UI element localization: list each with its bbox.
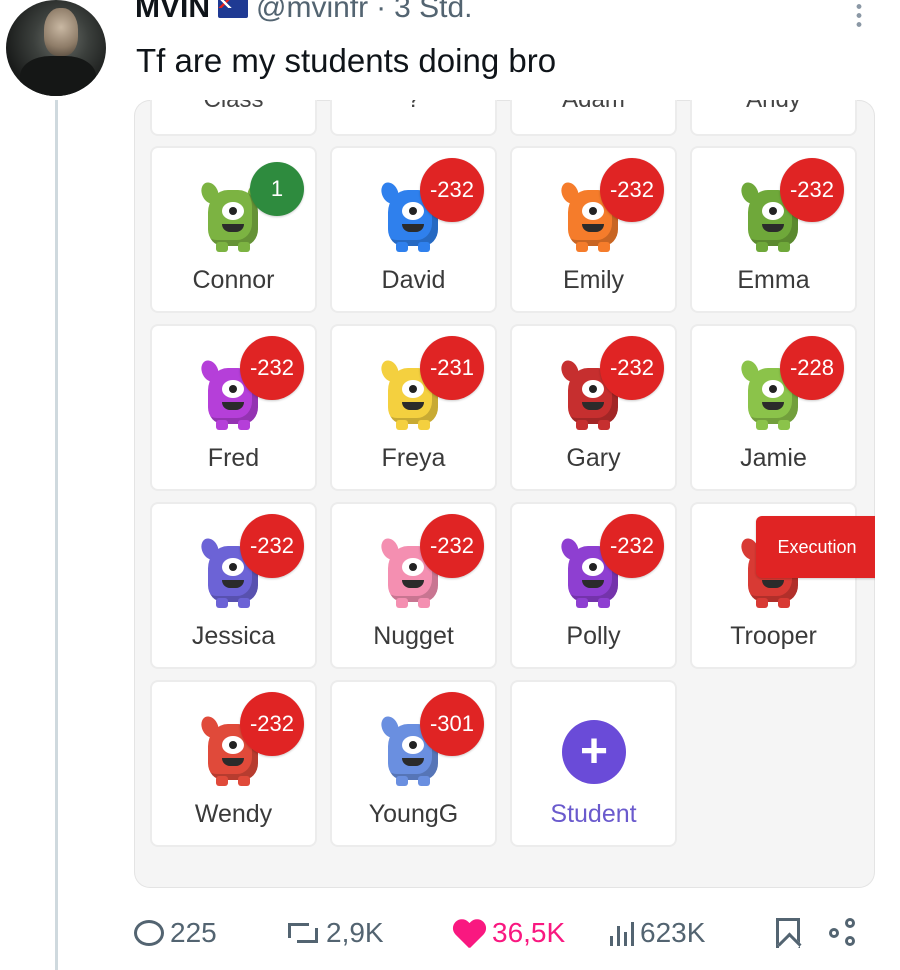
tweet-media-classroom-screenshot[interactable]: Class?AdamAndy1Connor-232David-232Emily-…: [134, 100, 875, 888]
points-badge: -232: [600, 336, 664, 400]
add-student-label: Student: [550, 800, 637, 828]
student-card[interactable]: -232 Jessica: [150, 502, 317, 669]
student-name: David: [381, 266, 446, 294]
points-badge: -232: [240, 514, 304, 578]
more-options-icon[interactable]: [856, 2, 862, 30]
author-display-name[interactable]: MVIN: [135, 0, 210, 25]
repost-icon: [286, 921, 320, 945]
student-name: Wendy: [194, 800, 273, 828]
student-name: Jamie: [740, 444, 807, 472]
student-name: Trooper: [730, 622, 817, 650]
student-card[interactable]: -232 Polly: [510, 502, 677, 669]
thread-line: [55, 100, 58, 970]
repost-count: 2,9K: [326, 917, 384, 948]
student-name: Fred: [207, 444, 260, 472]
points-badge: -232: [600, 514, 664, 578]
tweet-timestamp[interactable]: 3 Std.: [394, 0, 472, 25]
points-badge: -232: [600, 158, 664, 222]
reply-action[interactable]: 225: [134, 917, 286, 949]
student-card[interactable]: Execution Trooper: [690, 502, 875, 669]
points-badge: 1: [250, 162, 304, 216]
views-count: 623K: [640, 917, 706, 948]
student-card[interactable]: -232 Emma: [690, 146, 857, 313]
student-card[interactable]: -232 Fred: [150, 324, 317, 491]
student-card-partial[interactable]: Class: [150, 100, 317, 136]
points-badge: -232: [420, 158, 484, 222]
student-card-partial[interactable]: ?: [330, 100, 497, 136]
points-badge: -232: [240, 692, 304, 756]
student-card[interactable]: -301 YoungG: [330, 680, 497, 847]
heart-icon: [452, 918, 486, 948]
bookmark-action[interactable]: [756, 918, 820, 948]
points-badge: -232: [420, 514, 484, 578]
points-badge: -231: [420, 336, 484, 400]
repost-action[interactable]: 2,9K: [286, 917, 452, 949]
execution-banner: Execution: [756, 516, 875, 578]
student-name: Jessica: [191, 622, 276, 650]
student-name: Emily: [562, 266, 625, 294]
tweet-text: Tf are my students doing bro: [136, 42, 557, 79]
student-name: Connor: [192, 266, 275, 294]
student-card[interactable]: -232 Gary: [510, 324, 677, 491]
points-badge: -301: [420, 692, 484, 756]
student-card-partial[interactable]: Andy: [690, 100, 857, 136]
share-action[interactable]: [820, 918, 868, 948]
add-student-button[interactable]: + Student: [510, 680, 677, 847]
reply-count: 225: [170, 917, 217, 948]
views-action[interactable]: 623K: [608, 917, 756, 949]
points-badge: -228: [780, 336, 844, 400]
student-name: Andy: [692, 100, 855, 114]
avatar-coat: [20, 56, 96, 96]
reply-icon: [134, 920, 164, 946]
student-name: Emma: [737, 266, 810, 294]
like-count: 36,5K: [492, 917, 566, 948]
student-card[interactable]: -232 David: [330, 146, 497, 313]
student-name: Class: [152, 100, 315, 114]
like-action[interactable]: 36,5K: [452, 917, 608, 949]
student-card-partial[interactable]: Adam: [510, 100, 677, 136]
views-chart-icon: [608, 920, 634, 946]
share-icon: [829, 918, 859, 948]
author-handle[interactable]: @mvinfr: [256, 0, 368, 25]
australia-flag-icon: [218, 0, 248, 18]
points-badge: -232: [240, 336, 304, 400]
author-avatar[interactable]: [6, 0, 106, 96]
student-name: Adam: [512, 100, 675, 114]
student-name: Nugget: [373, 622, 454, 650]
avatar-face: [44, 8, 78, 56]
student-name: ?: [332, 100, 495, 114]
points-badge: -232: [780, 158, 844, 222]
student-card[interactable]: -228 Jamie: [690, 324, 857, 491]
plus-icon: +: [562, 720, 626, 784]
student-card[interactable]: -231 Freya: [330, 324, 497, 491]
bookmark-icon: [776, 918, 800, 948]
student-name: YoungG: [368, 800, 459, 828]
student-card[interactable]: -232 Wendy: [150, 680, 317, 847]
student-card[interactable]: -232 Nugget: [330, 502, 497, 669]
student-name: Freya: [381, 444, 446, 472]
student-name: Gary: [566, 444, 621, 472]
header-separator: ·: [376, 0, 387, 24]
tweet-header: MVIN @mvinfr · 3 Std.: [135, 0, 473, 28]
student-card[interactable]: 1 Connor: [150, 146, 317, 313]
student-card[interactable]: -232 Emily: [510, 146, 677, 313]
student-name: Polly: [566, 622, 621, 650]
tweet-actions-bar: 225 2,9K 36,5K 623K: [134, 908, 874, 958]
